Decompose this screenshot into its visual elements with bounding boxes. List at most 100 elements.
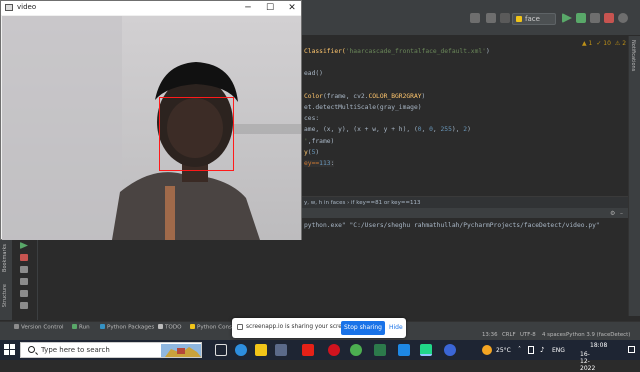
app-icon[interactable]	[374, 344, 386, 356]
status-item[interactable]: 4 spaces	[542, 332, 566, 338]
task-view-icon[interactable]	[215, 344, 227, 356]
stop-icon[interactable]	[604, 13, 614, 23]
code-line[interactable]: ame, (x, y), (x + w, y + h), (0, 0, 255)…	[304, 126, 471, 133]
trash-icon[interactable]	[20, 302, 28, 309]
file-explorer-icon[interactable]	[255, 344, 267, 356]
code-token: ey==	[304, 160, 320, 167]
hide-panel-icon[interactable]: –	[620, 210, 623, 217]
video-window[interactable]: video ─ ☐ ✕	[0, 0, 302, 240]
left-tool-strip: Bookmarks Structure	[0, 240, 12, 320]
code-line[interactable]: ces:	[304, 115, 319, 122]
face-detection-box	[159, 97, 234, 171]
opera-icon[interactable]	[328, 344, 340, 356]
vcs-icon[interactable]	[470, 13, 480, 23]
print-icon[interactable]	[20, 290, 28, 297]
edge-icon[interactable]	[235, 344, 247, 356]
code-token: ,	[421, 126, 430, 134]
run-config-label: face	[525, 15, 540, 23]
hide-button[interactable]: Hide	[389, 324, 403, 331]
status-item[interactable]: UTF-8	[520, 332, 536, 338]
window-title: video	[17, 3, 37, 11]
status-item[interactable]: CRLF	[502, 332, 516, 338]
stop-run-icon[interactable]	[20, 254, 28, 261]
error-count: ⚠ 2	[614, 40, 627, 47]
python-icon	[516, 16, 522, 22]
webcam-image	[2, 16, 301, 240]
taskbar-search-input[interactable]: Type here to search	[20, 342, 202, 358]
structure-tab[interactable]: Structure	[2, 284, 8, 307]
code-token: )	[315, 148, 320, 156]
status-item[interactable]: Python 3.9 (faceDetect)	[566, 332, 630, 338]
clock-time[interactable]: 18:08	[590, 342, 607, 349]
settings-icon[interactable]	[618, 13, 628, 23]
run-configuration-select[interactable]: face	[512, 13, 556, 25]
tool-tab-python-packages[interactable]: Python Packages	[100, 324, 154, 331]
stop-sharing-button[interactable]: Stop sharing	[341, 321, 385, 335]
coverage-icon[interactable]	[590, 13, 600, 23]
pycharm-icon[interactable]	[420, 344, 432, 356]
tool-tab-icon	[72, 324, 77, 329]
code-editor[interactable]: Classifier('haarcascade_frontalface_defa…	[300, 36, 628, 196]
tool-tab-todo[interactable]: TODO	[158, 324, 182, 331]
tool-tab-icon	[190, 324, 195, 329]
warning-count: ▲ 1	[582, 40, 593, 47]
code-token: (frame, cv2.	[322, 92, 369, 100]
soft-wrap-icon[interactable]	[20, 266, 28, 273]
video-titlebar[interactable]: video ─ ☐ ✕	[1, 1, 301, 15]
language-indicator[interactable]: ENG	[552, 347, 565, 354]
add-config-icon[interactable]	[500, 13, 510, 23]
run-panel-header: ⚙ –	[300, 208, 628, 218]
settings-gear-icon[interactable]: ⚙	[610, 210, 615, 217]
code-token: ame, (x, y), (x + w, y + h), (	[304, 126, 418, 134]
code-token: 255	[440, 126, 452, 134]
share-message: screenapp.io is sharing your screen.	[246, 324, 351, 330]
weather-temp[interactable]: 25°C	[496, 347, 511, 354]
close-button[interactable]: ✕	[285, 2, 299, 14]
store-icon[interactable]	[275, 344, 287, 356]
clock-date[interactable]: 16-12-2022	[580, 351, 595, 372]
tool-tab-version-control[interactable]: Version Control	[14, 324, 64, 331]
code-line[interactable]: Classifier('haarcascade_frontalface_defa…	[304, 48, 490, 55]
problems-indicator[interactable]: ▲ 1 ✓ 10 ⚠ 2	[582, 40, 630, 47]
vscode-icon[interactable]	[398, 344, 410, 356]
code-line[interactable]: et.detectMultiScale(gray_image)	[304, 104, 422, 111]
search-highlight-icon	[161, 344, 201, 357]
screenapp-icon[interactable]	[444, 344, 456, 356]
code-line[interactable]: ',frame)	[304, 138, 334, 145]
chrome-icon[interactable]	[350, 344, 362, 356]
code-token: ces:	[304, 115, 320, 123]
code-token: ,frame)	[307, 137, 335, 145]
tool-tab-run[interactable]: Run	[72, 324, 90, 331]
youtube-icon[interactable]	[302, 344, 314, 356]
network-icon[interactable]	[528, 346, 534, 354]
volume-icon[interactable]: ♪	[540, 346, 544, 354]
chevron-up-icon[interactable]: ˄	[518, 346, 521, 353]
code-line[interactable]: ead()	[304, 70, 323, 77]
code-line[interactable]: ey==113:	[304, 160, 335, 167]
code-token: et.detectMultiScale(gray_image)	[304, 104, 422, 111]
debug-icon[interactable]	[576, 13, 586, 23]
windows-start-icon[interactable]	[4, 344, 16, 356]
code-token: )	[421, 92, 426, 100]
code-line[interactable]: Color(frame, cv2.COLOR_BGR2GRAY)	[304, 93, 425, 100]
run-icon[interactable]	[562, 13, 572, 23]
code-token: :	[330, 160, 335, 167]
weather-icon[interactable]	[482, 345, 492, 355]
code-line[interactable]: y(5)	[304, 149, 319, 156]
status-item[interactable]: 13:36	[482, 332, 498, 338]
bookmarks-tab[interactable]: Bookmarks	[2, 244, 8, 272]
tool-tab-label: TODO	[165, 324, 182, 331]
search-placeholder: Type here to search	[41, 346, 110, 354]
code-token: )	[485, 48, 490, 55]
code-token: )	[467, 126, 471, 134]
run-toolbar	[12, 240, 38, 320]
console-output: python.exe" "C:/Users/sheghu rahmathulla…	[304, 222, 600, 229]
maximize-button[interactable]: ☐	[263, 2, 277, 14]
notifications-tab[interactable]: Notifications	[630, 40, 636, 71]
scroll-to-end-icon[interactable]	[20, 278, 28, 285]
search-everywhere-icon[interactable]	[486, 13, 496, 23]
notifications-icon[interactable]	[628, 346, 635, 353]
minimize-button[interactable]: ─	[241, 2, 255, 14]
rerun-icon[interactable]	[20, 242, 28, 249]
breadcrumb[interactable]: y, w, h in faces › if key==81 or key==11…	[300, 196, 628, 208]
